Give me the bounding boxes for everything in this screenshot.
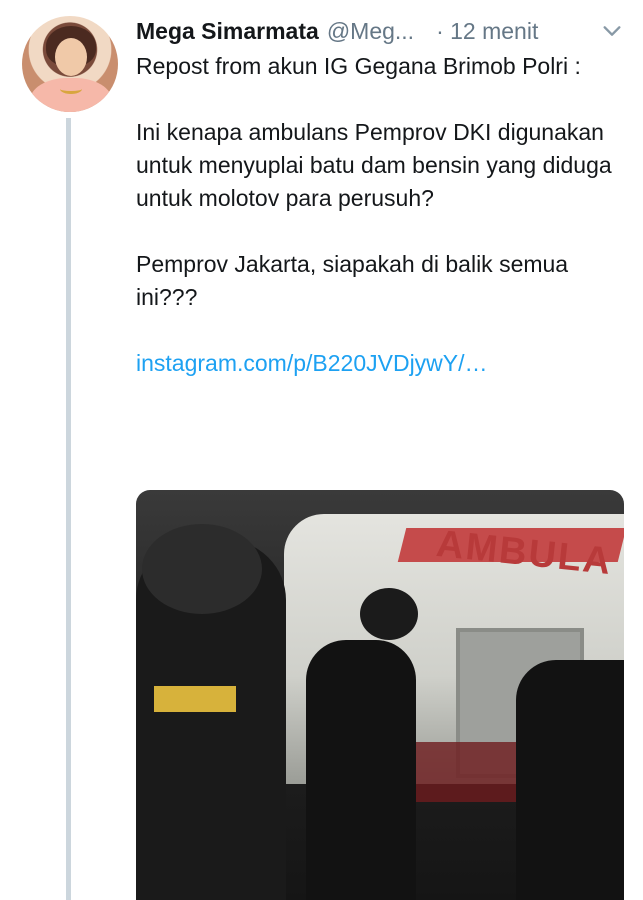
tweet-paragraph-2: Ini kenapa ambulans Pemprov DKI digunaka…	[136, 119, 612, 211]
officer-center	[306, 640, 416, 900]
avatar-face	[55, 38, 87, 76]
tweet-body: Repost from akun IG Gegana Brimob Polri …	[136, 50, 616, 380]
tweet-media-image[interactable]: AMBULA	[136, 490, 624, 900]
avatar[interactable]	[22, 16, 118, 112]
tweet-paragraph-1: Repost from akun IG Gegana Brimob Polri …	[136, 53, 581, 79]
tweet-paragraph-3: Pemprov Jakarta, siapakah di balik semua…	[136, 251, 569, 310]
instagram-link[interactable]: instagram.com/p/B220JVDjywY/…	[136, 347, 616, 380]
officer-left-patch	[154, 686, 236, 712]
timestamp[interactable]: · 12 menit	[436, 18, 538, 45]
chevron-down-icon[interactable]	[601, 20, 623, 42]
user-handle[interactable]: @Meg...	[327, 18, 414, 45]
officer-center-helmet	[360, 588, 418, 640]
tweet-header: Mega Simarmata @Meg... · 12 menit	[136, 14, 625, 48]
officer-left-helmet	[142, 524, 262, 614]
display-name[interactable]: Mega Simarmata	[136, 18, 319, 45]
thread-connector-line	[66, 118, 71, 900]
avatar-necklace	[60, 84, 82, 94]
officer-right	[516, 660, 624, 900]
